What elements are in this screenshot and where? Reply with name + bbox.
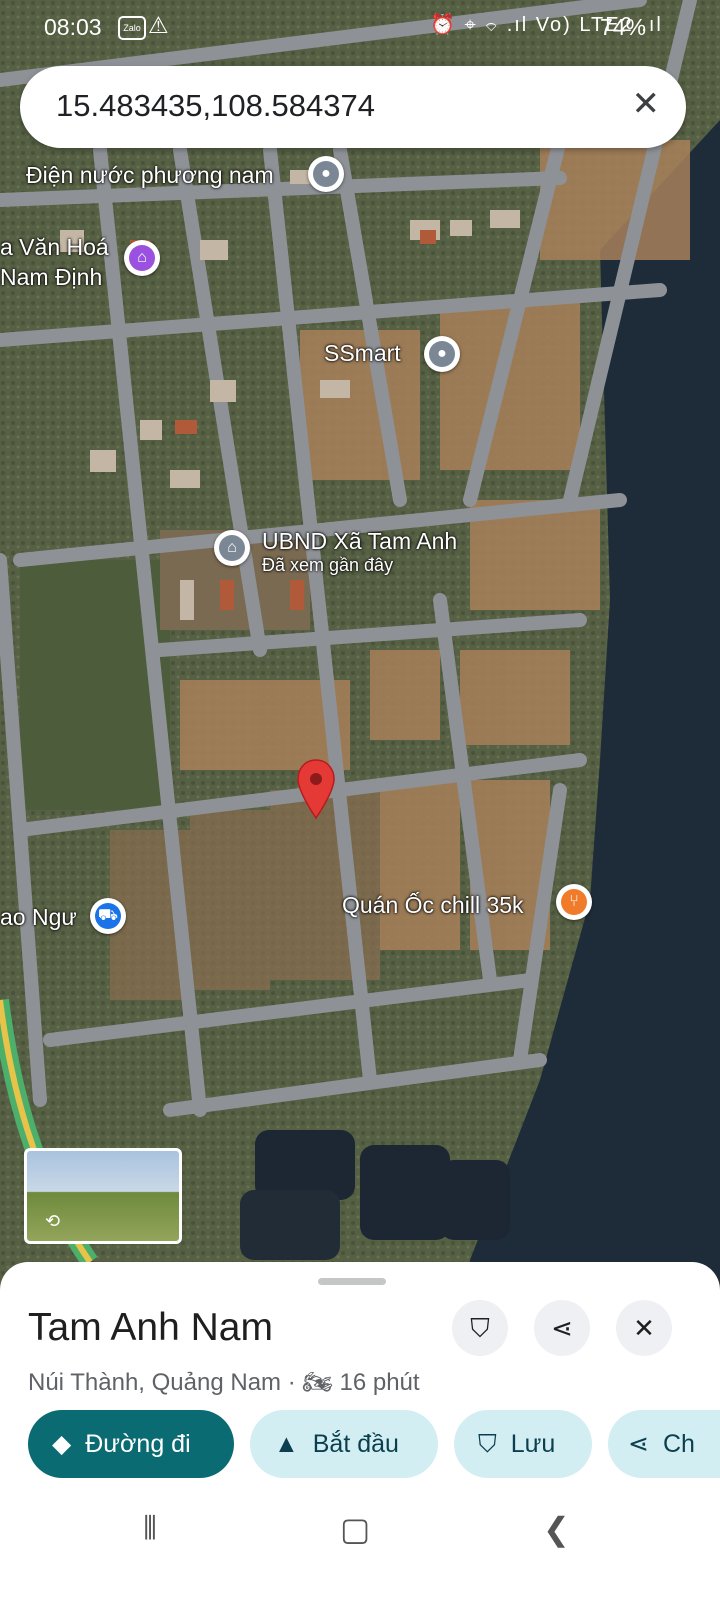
- drag-handle[interactable]: [318, 1278, 386, 1285]
- place-label[interactable]: Điện nước phương nam: [26, 162, 274, 189]
- restaurant-icon[interactable]: ⑂: [556, 884, 592, 920]
- place-icon[interactable]: ●: [424, 336, 460, 372]
- place-label[interactable]: Quán Ốc chill 35k: [342, 892, 524, 919]
- warning-icon: ⚠: [148, 12, 169, 38]
- government-icon[interactable]: ⌂: [214, 530, 250, 566]
- status-time: 08:03: [44, 14, 102, 40]
- bookmark-icon: ⛉: [478, 1430, 497, 1458]
- search-bar[interactable]: 15.483435,108.584374 ✕: [20, 66, 686, 148]
- navigation-icon: ▲: [274, 1430, 299, 1458]
- zalo-icon: Zalo: [118, 16, 146, 40]
- directions-button[interactable]: ◆ Đường đi: [28, 1410, 234, 1478]
- bookmark-icon[interactable]: ⛉: [452, 1300, 508, 1356]
- red-pin-icon[interactable]: [296, 758, 336, 820]
- place-label[interactable]: a Văn Hoá Nam Định: [0, 232, 109, 292]
- battery-level: 74%: [600, 14, 647, 40]
- rotate-360-icon: ⟲: [45, 1211, 61, 1231]
- place-label[interactable]: SSmart: [324, 340, 401, 367]
- recent-apps-icon[interactable]: ⦀: [143, 1510, 157, 1548]
- shopping-cart-icon[interactable]: ⛟: [90, 898, 126, 934]
- status-bar: 08:03 Zalo ⚠ ⏰ ⌖ ⌔ .ıl Vo) LTE2 .ıl 74%: [0, 0, 720, 56]
- save-button[interactable]: ⛉ Lưu: [454, 1410, 592, 1478]
- place-label[interactable]: UBND Xã Tam Anh Đã xem gần đây: [262, 528, 457, 576]
- back-icon[interactable]: ❮: [543, 1510, 570, 1548]
- share-icon: ⋖: [628, 1430, 649, 1458]
- place-title: Tam Anh Nam: [28, 1306, 273, 1349]
- search-query[interactable]: 15.483435,108.584374: [56, 88, 375, 124]
- share-button[interactable]: ⋖ Ch: [608, 1410, 720, 1478]
- place-icon[interactable]: ●: [308, 156, 344, 192]
- directions-icon: ◆: [52, 1430, 72, 1458]
- system-nav-bar: ⦀ ▢ ❮: [0, 1486, 720, 1600]
- close-icon[interactable]: ✕: [616, 1300, 672, 1356]
- landmark-icon[interactable]: ⌂: [124, 240, 160, 276]
- place-label[interactable]: ao Ngư: [0, 904, 77, 931]
- place-subtitle: Núi Thành, Quảng Nam · 🏍 16 phút: [28, 1369, 420, 1396]
- share-icon[interactable]: ⋖: [534, 1300, 590, 1356]
- start-button[interactable]: ▲ Bắt đầu: [250, 1410, 438, 1478]
- home-icon[interactable]: ▢: [340, 1510, 370, 1548]
- street-view-thumbnail[interactable]: ⟲: [24, 1148, 182, 1244]
- motorbike-icon: 🏍: [302, 1369, 340, 1396]
- close-icon[interactable]: ✕: [632, 84, 661, 124]
